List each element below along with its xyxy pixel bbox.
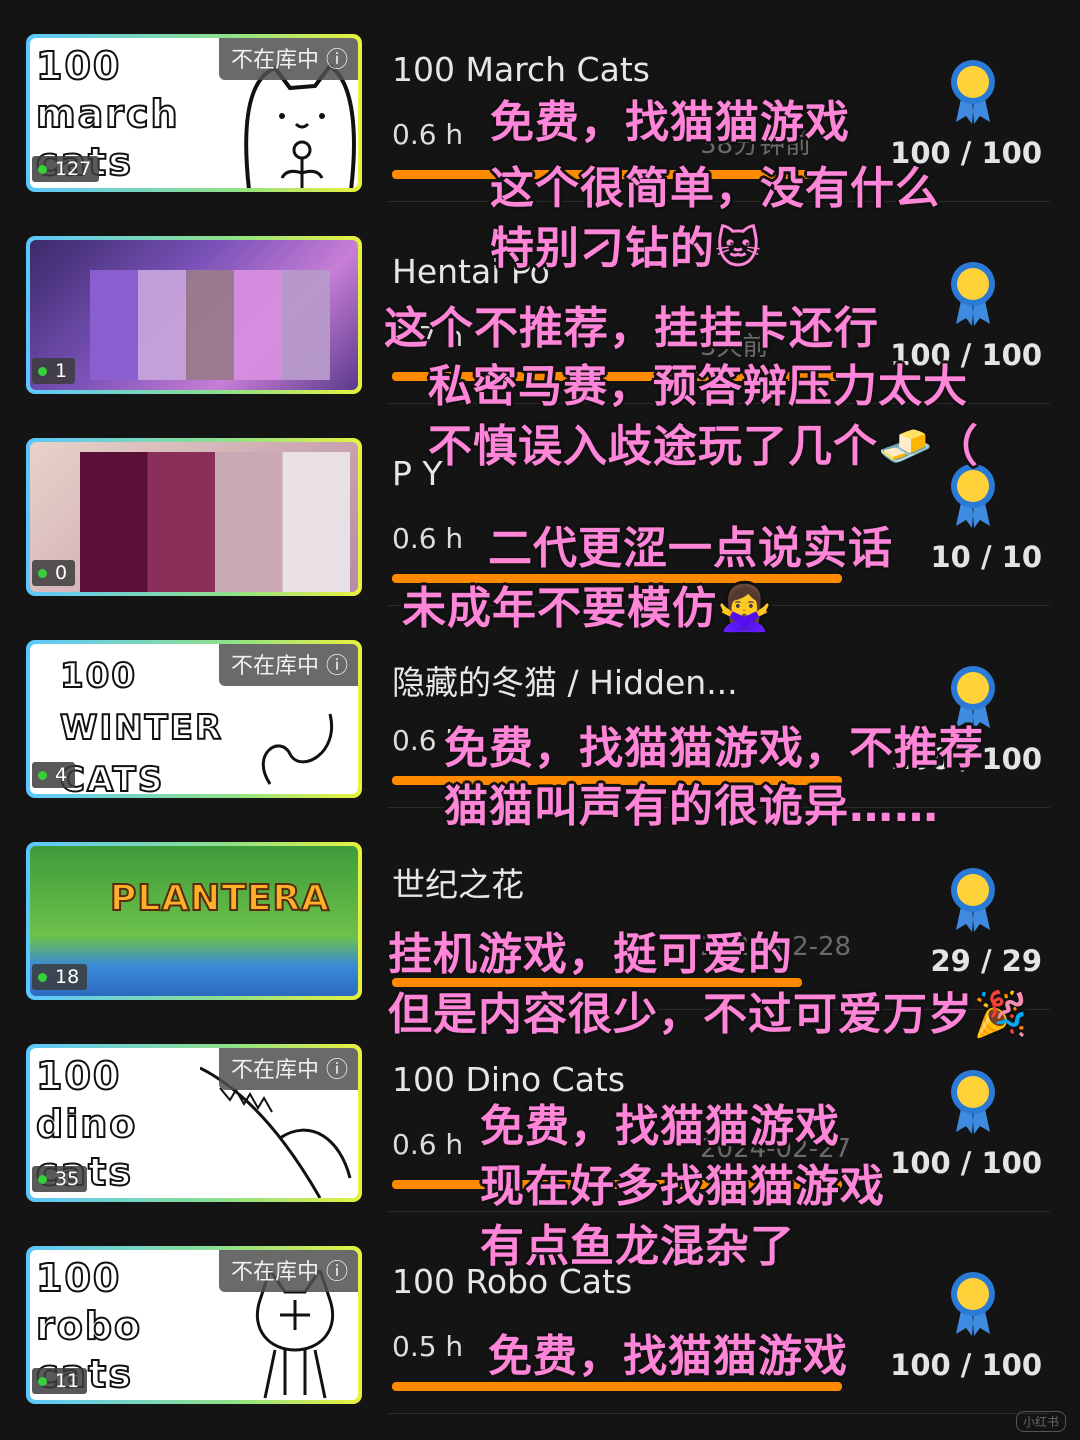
achievement-count: 29 / 29 [930, 944, 1043, 978]
annotation-text: 这个不推荐，挂挂卡还行 [384, 303, 879, 354]
not-in-library-badge: 不在库中 ⓘ [219, 38, 358, 80]
annotation-text: 有点鱼龙混杂了 [480, 1221, 795, 1272]
achievement-count: 10 / 10 [930, 540, 1043, 574]
medal-icon [951, 262, 995, 326]
medal-icon [951, 868, 995, 932]
game-thumbnail[interactable]: 0 [26, 438, 362, 596]
game-thumbnail[interactable]: 100 robo cats 不在库中 ⓘ 11 [26, 1246, 362, 1404]
game-thumbnail[interactable]: 1 [26, 236, 362, 394]
owner-count: 18 [32, 964, 88, 990]
annotation-text: 私密马赛，预答辩压力太大 [428, 361, 968, 412]
achievement-count: 100 / 100 [890, 1146, 1042, 1180]
game-thumbnail[interactable]: 100 WINTER CATS 不在库中 ⓘ 4 [26, 640, 362, 798]
owner-count: 127 [32, 156, 100, 182]
not-in-library-badge: 不在库中 ⓘ [219, 644, 358, 686]
achievement-count: 100 / 100 [890, 1348, 1042, 1382]
censored-mosaic [90, 270, 330, 380]
not-in-library-badge: 不在库中 ⓘ [219, 1250, 358, 1292]
playtime: 0.5 h [392, 1330, 464, 1363]
annotation-text: 免费，找猫猫游戏 [488, 1331, 848, 1382]
cat-tail-icon [261, 713, 334, 785]
playtime: 0.6 h [392, 118, 464, 151]
annotation-text: 免费，找猫猫游戏 [480, 1101, 840, 1152]
game-thumbnail[interactable]: PLANTERA 18 [26, 842, 362, 1000]
watermark: 小红书 [1015, 1411, 1066, 1432]
annotation-text: 这个很简单，没有什么 [490, 163, 940, 214]
owner-count: 1 [32, 358, 76, 384]
annotation-text: 二代更涩一点说实话 [488, 523, 893, 574]
medal-icon [951, 1070, 995, 1134]
game-title[interactable]: 世纪之花 [392, 858, 524, 906]
owner-count: 0 [32, 560, 76, 586]
annotation-text: 免费，找猫猫游戏 [490, 97, 850, 148]
game-thumbnail[interactable]: 100 march cats 不在库中 ⓘ 127 [26, 34, 362, 192]
annotation-text: 免费，找猫猫游戏，不推荐 [444, 723, 984, 774]
annotation-text: 但是内容很少，不过可爱万岁🎉 [388, 989, 1029, 1040]
owner-count: 4 [32, 762, 76, 788]
annotation-text: 猫猫叫声有的很诡异…… [444, 781, 939, 832]
game-thumbnail[interactable]: 100 dino cats 不在库中 ⓘ 35 [26, 1044, 362, 1202]
playtime: 0.6 h [392, 1128, 464, 1161]
annotation-text: 未成年不要模仿🙅‍♀️ [402, 583, 773, 634]
annotation-text: 不慎误入歧途玩了几个🧈（ [428, 421, 979, 472]
annotation-text: 特别刁钻的🐱 [490, 223, 762, 274]
censored-mosaic [80, 452, 350, 592]
game-title[interactable]: 隐藏的冬猫 / Hidden... [392, 656, 738, 704]
playtime: 0.6 h [392, 522, 464, 555]
medal-icon [951, 60, 995, 124]
annotation-text: 挂机游戏，挺可爱的 [388, 929, 793, 980]
owner-count: 35 [32, 1166, 88, 1192]
owner-count: 11 [32, 1368, 88, 1394]
medal-icon [951, 1272, 995, 1336]
not-in-library-badge: 不在库中 ⓘ [219, 1048, 358, 1090]
cover-title: PLANTERA [109, 877, 331, 920]
game-title[interactable]: 100 March Cats [392, 50, 650, 89]
annotation-text: 现在好多找猫猫游戏 [480, 1161, 885, 1212]
